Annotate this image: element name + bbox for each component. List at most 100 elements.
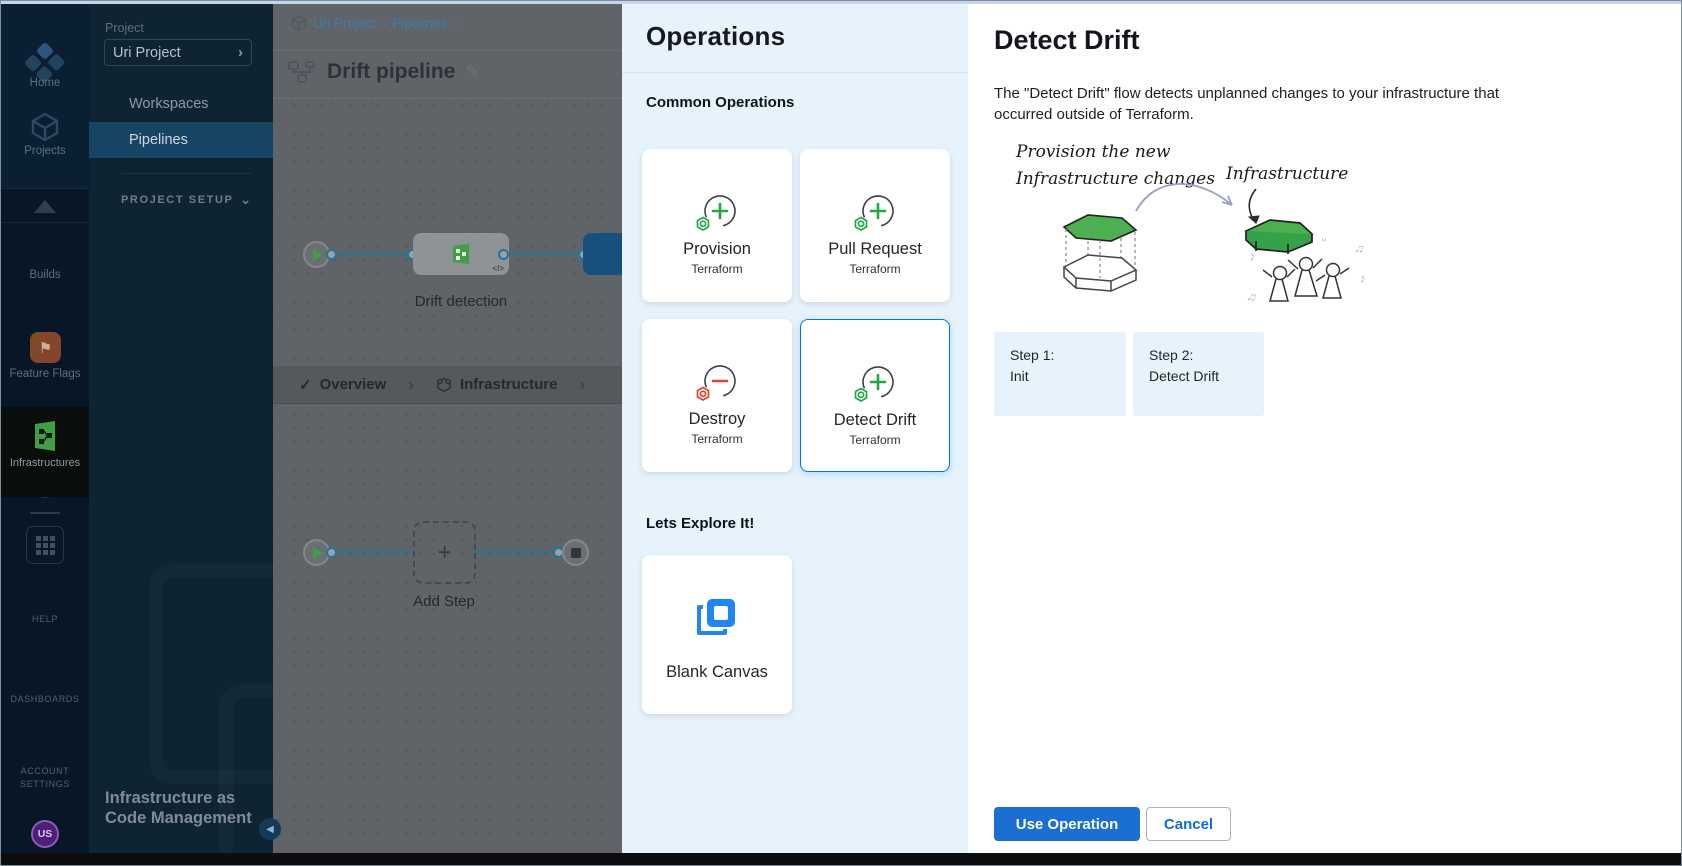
operation-card-name: Provision bbox=[683, 240, 751, 259]
add-step-label: Add Step bbox=[404, 593, 484, 610]
project-section-label: Project bbox=[105, 21, 144, 35]
stage-tabbar: ✓ Overview › Infrastructure › bbox=[273, 365, 622, 404]
operation-card-name: Destroy bbox=[689, 410, 746, 429]
detect-drift-illustration: Provision the new Infrastructure changes… bbox=[988, 131, 1408, 326]
nav-rail: Home Projects Builds ⚑ Feature Flags bbox=[1, 4, 89, 853]
window-top-edge bbox=[1, 1, 1682, 4]
play-icon bbox=[313, 249, 322, 261]
nav-item-label: Home bbox=[1, 77, 89, 89]
breadcrumb-link-pipelines[interactable]: Pipelines bbox=[393, 16, 448, 31]
nav-item-label: Infrastructures bbox=[1, 457, 89, 469]
selected-stage-node[interactable] bbox=[583, 233, 622, 275]
operation-card-provision[interactable]: Provision Terraform bbox=[642, 149, 792, 302]
operation-card-subtitle: Terraform bbox=[849, 433, 900, 447]
operation-card-destroy[interactable]: Destroy Terraform bbox=[642, 319, 792, 472]
pipeline-title-row: Drift pipeline ✎ bbox=[287, 60, 480, 84]
app-window: Home Projects Builds ⚑ Feature Flags bbox=[0, 0, 1682, 866]
connector-line bbox=[509, 253, 578, 255]
add-step-node[interactable]: + bbox=[413, 521, 476, 584]
project-sidebar: Project Uri Project › Workspaces Pipelin… bbox=[89, 4, 273, 853]
detail-panel: Detect Drift The "Detect Drift" flow det… bbox=[968, 4, 1682, 853]
nav-item-label: HELP bbox=[1, 613, 89, 626]
module-switcher-button[interactable] bbox=[26, 526, 64, 564]
stage-node-drift-detection[interactable]: </> bbox=[413, 233, 509, 275]
connector-port bbox=[326, 547, 337, 558]
step-box-2: Step 2: Detect Drift bbox=[1133, 332, 1264, 416]
nav-item-label: ACCOUNT bbox=[1, 765, 89, 778]
project-cube-icon bbox=[291, 15, 307, 31]
pipeline-end-node[interactable] bbox=[562, 539, 589, 566]
svg-text:'': '' bbox=[1319, 235, 1326, 251]
operations-panel: Operations Common Operations Provision T… bbox=[622, 4, 968, 853]
tab-overview[interactable]: Overview bbox=[320, 376, 387, 393]
infrastructures-icon bbox=[31, 421, 59, 451]
illustration-label-right: Infrastructure bbox=[1225, 164, 1348, 184]
tab-infrastructure[interactable]: Infrastructure bbox=[460, 376, 558, 393]
module-title: Infrastructure as Code Management bbox=[105, 788, 265, 828]
operation-card-name: Blank Canvas bbox=[666, 663, 768, 682]
destroy-icon bbox=[694, 362, 740, 404]
infrastructure-stage-icon bbox=[450, 243, 472, 265]
step-name: Init bbox=[1010, 366, 1110, 387]
nav-item-label: Projects bbox=[1, 145, 89, 157]
provision-icon bbox=[694, 192, 740, 234]
edit-pencil-icon[interactable]: ✎ bbox=[465, 62, 479, 82]
play-icon bbox=[313, 547, 322, 559]
divider bbox=[622, 72, 968, 73]
operation-card-subtitle: Terraform bbox=[691, 262, 742, 276]
sidebar-collapse-button[interactable]: ◀ bbox=[259, 818, 281, 840]
divider bbox=[121, 173, 251, 174]
use-operation-button[interactable]: Use Operation bbox=[994, 807, 1140, 841]
chevron-right-icon: › bbox=[566, 375, 600, 395]
operation-card-detect-drift[interactable]: Detect Drift Terraform bbox=[800, 319, 950, 472]
divider bbox=[273, 50, 622, 51]
pipeline-canvas: Uri Project › Pipelines › Drift pipeline… bbox=[273, 4, 622, 853]
common-operations-heading: Common Operations bbox=[646, 94, 794, 111]
breadcrumb-separator: › bbox=[382, 16, 387, 31]
connector-port bbox=[326, 249, 337, 260]
project-setup-toggle[interactable]: PROJECT SETUP ⌄ bbox=[121, 192, 251, 208]
operation-card-blank-canvas[interactable]: Blank Canvas bbox=[642, 555, 792, 714]
sidebar-item-pipelines[interactable]: Pipelines bbox=[89, 122, 273, 158]
stop-icon bbox=[571, 548, 581, 558]
sidebar-item-label: Pipelines bbox=[129, 132, 188, 148]
step-box-1: Step 1: Init bbox=[994, 332, 1126, 416]
pipeline-title: Drift pipeline bbox=[327, 60, 455, 84]
detail-title: Detect Drift bbox=[994, 25, 1140, 56]
infrastructure-tab-icon bbox=[436, 377, 452, 393]
divider bbox=[30, 512, 60, 514]
operation-card-name: Pull Request bbox=[828, 240, 922, 259]
connector-line bbox=[337, 253, 408, 255]
svg-text:♪: ♪ bbox=[1358, 270, 1367, 286]
user-avatar[interactable]: US bbox=[31, 820, 59, 848]
pull-request-icon bbox=[852, 192, 898, 234]
sidebar-item-label: Workspaces bbox=[129, 96, 209, 112]
collapse-up-icon[interactable] bbox=[34, 200, 56, 213]
feature-flags-icon: ⚑ bbox=[30, 332, 61, 363]
project-setup-label: PROJECT SETUP bbox=[121, 194, 234, 206]
blank-canvas-icon bbox=[693, 595, 741, 639]
svg-text:♫: ♫ bbox=[1353, 239, 1366, 256]
cancel-button[interactable]: Cancel bbox=[1146, 807, 1231, 841]
step-number: Step 2: bbox=[1149, 345, 1248, 366]
explore-heading: Lets Explore It! bbox=[646, 515, 754, 532]
nav-item-label: Builds bbox=[1, 269, 89, 281]
code-badge: </> bbox=[492, 264, 504, 273]
dashed-divider bbox=[273, 98, 622, 99]
breadcrumb-link-project[interactable]: Uri Project bbox=[313, 16, 376, 31]
breadcrumb-separator: › bbox=[453, 16, 458, 31]
sidebar-item-workspaces[interactable]: Workspaces bbox=[89, 86, 273, 122]
connector-line bbox=[476, 551, 553, 553]
step-name: Detect Drift bbox=[1149, 366, 1248, 387]
nav-item-label: SETTINGS bbox=[1, 778, 89, 791]
project-selector[interactable]: Uri Project › bbox=[104, 39, 252, 66]
nav-item-infrastructures[interactable]: Infrastructures bbox=[1, 407, 89, 497]
project-selector-value: Uri Project bbox=[113, 45, 181, 61]
connector-line bbox=[337, 551, 413, 553]
nav-item-label: DASHBOARDS bbox=[1, 693, 89, 706]
operation-card-pull-request[interactable]: Pull Request Terraform bbox=[800, 149, 950, 302]
operation-card-subtitle: Terraform bbox=[849, 262, 900, 276]
nav-item-label: Feature Flags bbox=[1, 368, 89, 380]
check-icon: ✓ bbox=[299, 376, 312, 394]
operation-card-name: Detect Drift bbox=[834, 411, 917, 430]
